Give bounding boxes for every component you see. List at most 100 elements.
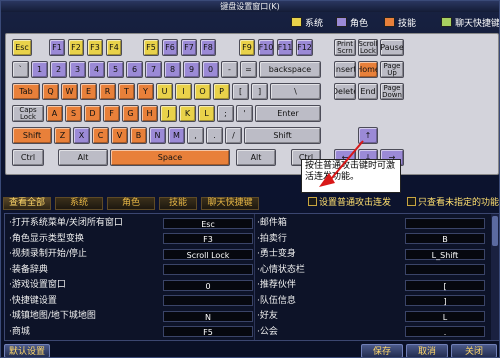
key-5[interactable]: 5: [107, 61, 124, 78]
key-f5[interactable]: F5: [143, 39, 159, 56]
key-sym[interactable]: .: [206, 127, 223, 144]
key-9[interactable]: 9: [183, 61, 200, 78]
tab-4[interactable]: 聊天快捷键: [201, 197, 259, 210]
key-shift[interactable]: Shift: [12, 127, 52, 144]
key-z[interactable]: Z: [54, 127, 71, 144]
key-f3[interactable]: F3: [87, 39, 103, 56]
key-insert[interactable]: Insert: [334, 61, 356, 78]
key-o[interactable]: O: [194, 83, 211, 100]
key-7[interactable]: 7: [145, 61, 162, 78]
key-6[interactable]: 6: [126, 61, 143, 78]
key-scrolllock[interactable]: Scroll Lock: [358, 39, 378, 56]
key-sym[interactable]: ,: [187, 127, 204, 144]
left-binding-key-field[interactable]: Esc: [163, 217, 253, 229]
key-f11[interactable]: F11: [277, 39, 293, 56]
tab-0[interactable]: 查看全部: [3, 197, 51, 210]
key-4[interactable]: 4: [88, 61, 105, 78]
key-end[interactable]: End: [358, 83, 378, 100]
key-f4[interactable]: F4: [106, 39, 122, 56]
key-f8[interactable]: F8: [200, 39, 216, 56]
key-home[interactable]: Home: [358, 61, 378, 78]
key-capslock[interactable]: Caps Lock: [12, 105, 44, 122]
key-x[interactable]: X: [73, 127, 90, 144]
key-f2[interactable]: F2: [68, 39, 84, 56]
key-n[interactable]: N: [149, 127, 166, 144]
key-space[interactable]: Space: [110, 149, 230, 166]
key-p[interactable]: P: [213, 83, 230, 100]
key-f[interactable]: F: [103, 105, 120, 122]
key-f9[interactable]: F9: [239, 39, 255, 56]
key-u[interactable]: U: [156, 83, 173, 100]
key-sym[interactable]: [: [232, 83, 249, 100]
key-f1[interactable]: F1: [49, 39, 65, 56]
key-0[interactable]: 0: [202, 61, 219, 78]
left-binding-key-field[interactable]: 0: [163, 279, 253, 291]
right-binding-key-field[interactable]: [405, 264, 485, 275]
key-r[interactable]: R: [99, 83, 116, 100]
key-enter[interactable]: Enter: [255, 105, 321, 122]
tab-3[interactable]: 技能: [159, 197, 197, 210]
key-pagedown[interactable]: Page Down: [380, 83, 404, 100]
cancel-button[interactable]: 取消: [406, 344, 448, 357]
key-f12[interactable]: F12: [296, 39, 313, 56]
left-binding-key-field[interactable]: F3: [163, 233, 253, 244]
key-k[interactable]: K: [179, 105, 196, 122]
default-settings-button[interactable]: 默认设置: [4, 344, 50, 357]
key-sym[interactable]: -: [221, 61, 238, 78]
key-i[interactable]: I: [175, 83, 192, 100]
key-sym[interactable]: /: [225, 127, 242, 144]
key-sym[interactable]: ↑: [358, 127, 378, 144]
scrollbar-thumb[interactable]: [492, 216, 498, 246]
auto-attack-checkbox[interactable]: [308, 197, 317, 206]
key-8[interactable]: 8: [164, 61, 181, 78]
left-binding-key-field[interactable]: [163, 264, 253, 275]
save-button[interactable]: 保存: [361, 344, 403, 357]
key-e[interactable]: E: [80, 83, 97, 100]
right-binding-key-field[interactable]: ]: [405, 295, 485, 306]
tab-2[interactable]: 角色: [107, 197, 155, 210]
key-l[interactable]: L: [198, 105, 215, 122]
right-binding-key-field[interactable]: [: [405, 279, 485, 291]
show-unassigned-option[interactable]: 只查看未指定的功能: [407, 195, 499, 208]
key-j[interactable]: J: [160, 105, 177, 122]
right-binding-key-field[interactable]: B: [405, 233, 485, 244]
key-a[interactable]: A: [46, 105, 63, 122]
list-scrollbar[interactable]: [491, 214, 499, 340]
key-f6[interactable]: F6: [162, 39, 178, 56]
key-delete[interactable]: Delete: [334, 83, 356, 100]
key-3[interactable]: 3: [69, 61, 86, 78]
right-binding-key-field[interactable]: L: [405, 310, 485, 322]
left-binding-key-field[interactable]: N: [163, 310, 253, 322]
left-binding-key-field[interactable]: [163, 295, 253, 306]
key-alt[interactable]: Alt: [58, 149, 108, 166]
key-f7[interactable]: F7: [181, 39, 197, 56]
key-backspace[interactable]: backspace: [259, 61, 321, 78]
key-sym[interactable]: ;: [217, 105, 234, 122]
key-t[interactable]: T: [118, 83, 135, 100]
auto-attack-option[interactable]: 设置普通攻击连发: [308, 195, 391, 208]
key-shift[interactable]: Shift: [244, 127, 321, 144]
key-g[interactable]: G: [122, 105, 139, 122]
key-pageup[interactable]: Page Up: [380, 61, 404, 78]
close-button[interactable]: 关闭: [451, 344, 497, 357]
key-w[interactable]: W: [61, 83, 78, 100]
right-binding-key-field[interactable]: .: [405, 326, 485, 337]
key-printscrn[interactable]: Print Scrn: [334, 39, 356, 56]
key-tab[interactable]: Tab: [12, 83, 40, 100]
left-binding-key-field[interactable]: Scroll Lock: [163, 248, 253, 260]
key-b[interactable]: B: [130, 127, 147, 144]
key-d[interactable]: D: [84, 105, 101, 122]
key-sym[interactable]: `: [12, 61, 29, 78]
key-sym[interactable]: ': [236, 105, 253, 122]
key-pause[interactable]: Pause: [380, 39, 404, 56]
right-binding-key-field[interactable]: [405, 217, 485, 229]
key-alt[interactable]: Alt: [236, 149, 276, 166]
key-s[interactable]: S: [65, 105, 82, 122]
show-unassigned-checkbox[interactable]: [407, 197, 416, 206]
key-sym[interactable]: \: [270, 83, 321, 100]
key-m[interactable]: M: [168, 127, 185, 144]
key-c[interactable]: C: [92, 127, 109, 144]
left-binding-key-field[interactable]: F5: [163, 326, 253, 337]
key-h[interactable]: H: [141, 105, 158, 122]
key-sym[interactable]: ]: [251, 83, 268, 100]
